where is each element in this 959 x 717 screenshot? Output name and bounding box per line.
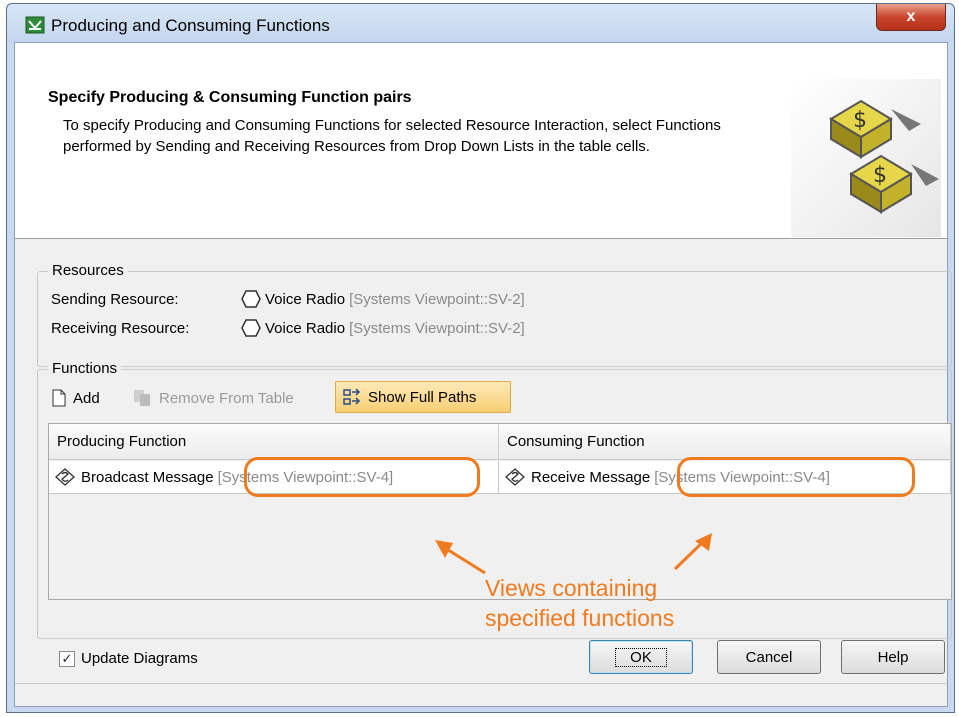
show-full-paths-button[interactable]: Show Full Paths	[335, 381, 511, 413]
annotation-line-2: specified functions	[485, 605, 675, 631]
remove-from-table-button[interactable]: Remove From Table	[133, 389, 294, 407]
table-cell-consuming[interactable]: Receive Message [Systems Viewpoint::SV-4…	[499, 461, 951, 494]
footer-divider	[15, 683, 947, 684]
header-description: To specify Producing and Consuming Funct…	[63, 117, 721, 155]
receiving-resource-path: [Systems Viewpoint::SV-2]	[349, 319, 525, 337]
table-cell-producing[interactable]: Broadcast Message [Systems Viewpoint::SV…	[49, 461, 499, 494]
add-label: Add	[73, 389, 100, 407]
app-icon	[25, 16, 45, 34]
ok-label: OK	[615, 647, 667, 667]
dialog-body: Specify Producing & Consuming Function p…	[14, 42, 952, 707]
column-header-consuming[interactable]: Consuming Function	[499, 424, 951, 460]
svg-text:$: $	[873, 163, 887, 188]
cancel-label: Cancel	[745, 648, 793, 666]
cancel-button[interactable]: Cancel	[717, 640, 821, 674]
function-pair-graphic-icon: $ $	[791, 79, 941, 237]
checkbox-checked-icon: ✓	[59, 650, 75, 667]
close-button[interactable]: x	[876, 4, 946, 31]
full-paths-icon	[343, 388, 361, 405]
sending-resource-label: Sending Resource:	[51, 291, 179, 308]
svg-text:$: $	[853, 108, 867, 133]
receiving-resource-label: Receiving Resource:	[51, 320, 190, 337]
resources-legend: Resources	[48, 262, 128, 279]
help-label: Help	[877, 648, 909, 666]
header-title: Specify Producing & Consuming Function p…	[48, 89, 412, 106]
producing-function-path: [Systems Viewpoint::SV-4]	[217, 468, 394, 486]
remove-label: Remove From Table	[159, 389, 294, 407]
functions-legend: Functions	[48, 360, 122, 377]
update-diagrams-checkbox[interactable]: ✓ Update Diagrams	[59, 650, 198, 667]
sending-resource-name: Voice Radio	[265, 290, 346, 308]
consuming-function-name: Receive Message	[531, 468, 651, 486]
ok-button[interactable]: OK	[589, 640, 693, 674]
annotation-text: Views containing specified functions	[485, 573, 674, 633]
producing-function-name: Broadcast Message	[81, 468, 214, 486]
remove-icon	[134, 390, 150, 406]
dialog-window: Producing and Consuming Functions x Spec…	[6, 3, 955, 713]
header-panel: Specify Producing & Consuming Function p…	[15, 43, 947, 239]
function-icon	[55, 468, 75, 486]
resource-icon	[241, 319, 261, 337]
window-title: Producing and Consuming Functions	[51, 16, 330, 35]
update-diagrams-label: Update Diagrams	[81, 650, 198, 667]
sending-resource-path: [Systems Viewpoint::SV-2]	[349, 290, 525, 308]
sending-resource-value: Voice Radio [Systems Viewpoint::SV-2]	[241, 290, 525, 308]
title-bar[interactable]: Producing and Consuming Functions x	[7, 4, 954, 42]
add-button[interactable]: Add	[51, 389, 100, 407]
receiving-resource-value: Voice Radio [Systems Viewpoint::SV-2]	[241, 319, 525, 337]
new-document-icon	[52, 389, 66, 407]
column-header-producing[interactable]: Producing Function	[49, 424, 499, 460]
resource-icon	[241, 290, 261, 308]
help-button[interactable]: Help	[841, 640, 945, 674]
annotation-line-1: Views containing	[485, 575, 658, 601]
close-icon: x	[906, 8, 916, 25]
show-full-paths-label: Show Full Paths	[368, 388, 477, 406]
receiving-resource-name: Voice Radio	[265, 319, 346, 337]
function-icon	[505, 468, 525, 486]
consuming-function-path: [Systems Viewpoint::SV-4]	[654, 468, 830, 486]
